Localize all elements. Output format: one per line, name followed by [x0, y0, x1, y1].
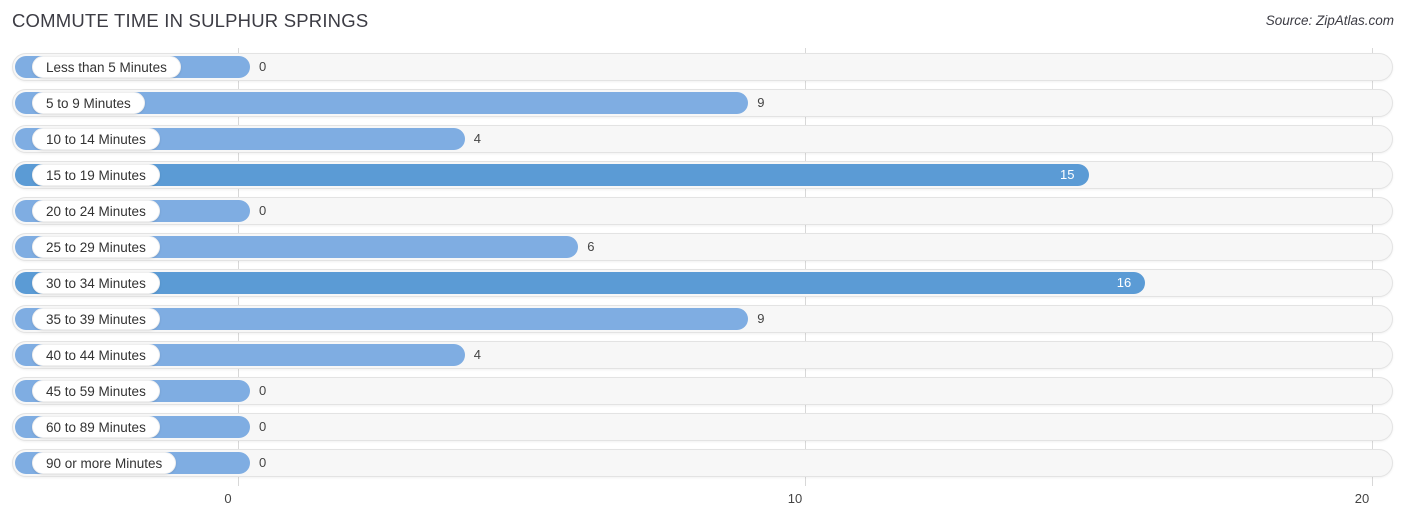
bar-row[interactable]: 35 to 39 Minutes 9 [12, 305, 1393, 333]
bar[interactable] [15, 164, 1089, 186]
bar-row[interactable]: 60 to 89 Minutes 0 [12, 413, 1393, 441]
value-label: 4 [473, 347, 482, 362]
chart-header: COMMUTE TIME IN SULPHUR SPRINGS Source: … [0, 0, 1406, 44]
category-label: 15 to 19 Minutes [32, 164, 160, 186]
page-title: COMMUTE TIME IN SULPHUR SPRINGS [12, 10, 369, 31]
bar[interactable] [15, 272, 1146, 294]
category-label: 5 to 9 Minutes [32, 92, 145, 114]
category-label: 25 to 29 Minutes [32, 236, 160, 258]
chart-plot-area: Less than 5 Minutes 0 5 to 9 Minutes 9 10 to… [0, 48, 1406, 486]
category-label: 10 to 14 Minutes [32, 128, 160, 150]
x-axis-tick-label: 20 [1354, 491, 1370, 506]
category-label: Less than 5 Minutes [32, 56, 181, 78]
category-label: 40 to 44 Minutes [32, 344, 160, 366]
value-label: 0 [259, 419, 267, 434]
bar-row[interactable]: 45 to 59 Minutes 0 [12, 377, 1393, 405]
category-label: 45 to 59 Minutes [32, 380, 160, 402]
x-axis: 0 10 20 [0, 486, 1406, 523]
category-label: 90 or more Minutes [32, 452, 177, 474]
bar-row[interactable]: 5 to 9 Minutes 9 [12, 89, 1393, 117]
category-label: 60 to 89 Minutes [32, 416, 160, 438]
value-label: 9 [757, 95, 765, 110]
value-label: 4 [473, 131, 482, 146]
value-label-inside: 15 [1060, 167, 1075, 182]
category-label: 30 to 34 Minutes [32, 272, 160, 294]
value-label: 9 [757, 311, 765, 326]
bar-row[interactable]: 90 or more Minutes 0 [12, 449, 1393, 477]
bar-row[interactable]: 15 to 19 Minutes 15 [12, 161, 1393, 189]
category-label: 20 to 24 Minutes [32, 200, 160, 222]
value-label: 0 [259, 455, 267, 470]
value-label: 0 [259, 59, 267, 74]
value-label: 0 [259, 203, 267, 218]
value-label-inside: 16 [1116, 275, 1132, 290]
bar-row[interactable]: Less than 5 Minutes 0 [12, 53, 1393, 81]
bar-row[interactable]: 40 to 44 Minutes 4 [12, 341, 1393, 369]
value-label: 6 [587, 239, 595, 254]
bar-row[interactable]: 25 to 29 Minutes 6 [12, 233, 1393, 261]
x-axis-tick-label: 0 [224, 491, 232, 506]
bar-row[interactable]: 10 to 14 Minutes 4 [12, 125, 1393, 153]
value-label: 0 [259, 383, 267, 398]
bar-row[interactable]: 30 to 34 Minutes 16 [12, 269, 1393, 297]
category-label: 35 to 39 Minutes [32, 308, 160, 330]
bar-row[interactable]: 20 to 24 Minutes 0 [12, 197, 1393, 225]
x-axis-tick-label: 10 [787, 491, 803, 506]
source-attribution: Source: ZipAtlas.com [1265, 13, 1394, 28]
